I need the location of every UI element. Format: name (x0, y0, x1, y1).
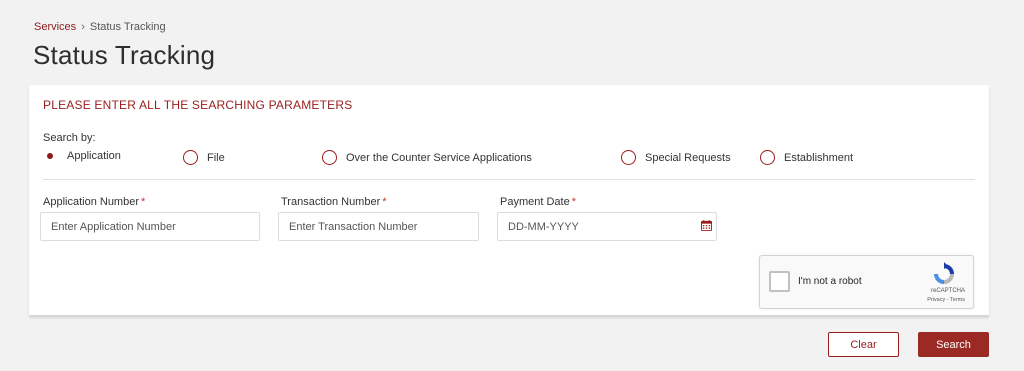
required-marker: * (571, 196, 576, 208)
calendar-icon[interactable] (701, 220, 712, 231)
radio-label: File (207, 151, 225, 164)
application-number-input[interactable] (40, 212, 260, 241)
radio-button[interactable] (322, 150, 337, 165)
radio-label: Application (67, 150, 121, 162)
search-form-card: PLEASE ENTER ALL THE SEARCHING PARAMETER… (29, 85, 989, 317)
clear-button[interactable]: Clear (828, 332, 899, 357)
payment-date-input[interactable] (497, 212, 717, 241)
section-divider (43, 179, 975, 180)
field-label-text: Transaction Number (281, 196, 381, 208)
application-number-label: Application Number * (43, 196, 145, 208)
required-marker: * (382, 196, 387, 208)
breadcrumb-link-services[interactable]: Services (34, 21, 76, 33)
recaptcha-checkbox[interactable] (769, 271, 790, 292)
breadcrumb-current: Status Tracking (89, 21, 166, 33)
page-title: Status Tracking (33, 40, 216, 70)
radio-option-special-requests[interactable]: Special Requests (621, 150, 731, 165)
form-heading: PLEASE ENTER ALL THE SEARCHING PARAMETER… (43, 98, 353, 112)
field-label-text: Payment Date (500, 196, 570, 208)
radio-label: Over the Counter Service Applications (346, 151, 532, 164)
transaction-number-input[interactable] (278, 212, 479, 241)
radio-option-application[interactable]: Application (43, 150, 121, 162)
radio-label: Establishment (784, 151, 854, 164)
required-marker: * (141, 196, 146, 208)
breadcrumb: Services › Status Tracking (34, 21, 166, 33)
radio-selected-indicator[interactable] (47, 153, 53, 159)
recaptcha-widget: I'm not a robot reCAPTCHA Privacy - Term… (759, 255, 974, 309)
radio-option-over-the-counter[interactable]: Over the Counter Service Applications (322, 150, 532, 165)
radio-button[interactable] (760, 150, 775, 165)
recaptcha-privacy-terms[interactable]: Privacy - Terms (927, 297, 965, 303)
breadcrumb-separator: › (81, 21, 85, 33)
search-by-label: Search by: (43, 132, 96, 144)
payment-date-field (497, 212, 717, 241)
recaptcha-brand: reCAPTCHA (930, 288, 965, 294)
radio-button[interactable] (621, 150, 636, 165)
search-by-radio-group: Application File Over the Counter Servic… (29, 150, 989, 166)
recaptcha-logo-icon (934, 262, 954, 284)
recaptcha-label: I'm not a robot (798, 276, 862, 287)
radio-option-file[interactable]: File (183, 150, 225, 165)
field-label-text: Application Number (43, 196, 139, 208)
radio-button[interactable] (183, 150, 198, 165)
radio-option-establishment[interactable]: Establishment (760, 150, 853, 165)
payment-date-label: Payment Date * (500, 196, 576, 208)
radio-label: Special Requests (645, 151, 731, 164)
transaction-number-label: Transaction Number * (281, 196, 387, 208)
search-button[interactable]: Search (918, 332, 989, 357)
